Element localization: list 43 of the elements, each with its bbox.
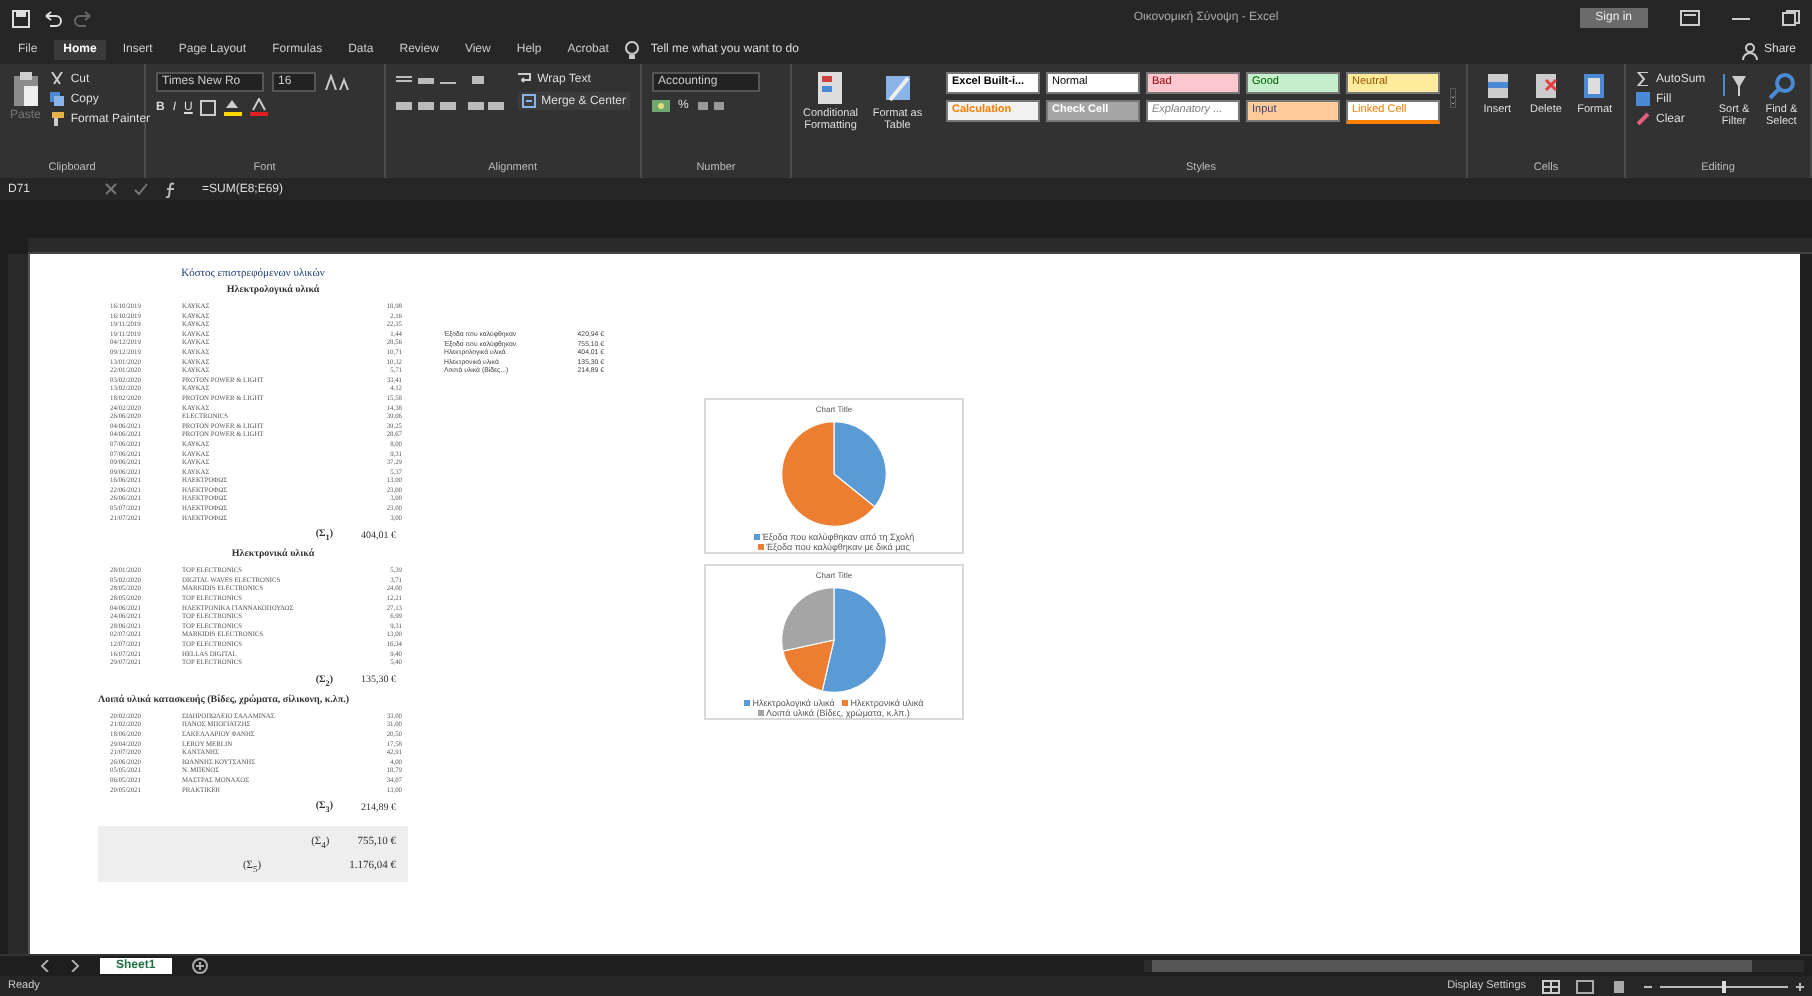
undo-icon[interactable]: [42, 9, 62, 27]
font-color-icon[interactable]: [250, 98, 269, 116]
border-icon[interactable]: [200, 99, 217, 115]
add-sheet-icon[interactable]: [191, 958, 208, 974]
lightbulb-icon: [624, 40, 641, 60]
format-cells-icon: [1582, 72, 1607, 100]
zoom-slider[interactable]: [1644, 979, 1804, 993]
normal-view-icon[interactable]: [1542, 979, 1560, 993]
sigma-icon: [1636, 72, 1650, 86]
save-icon[interactable]: [12, 9, 30, 27]
wrap-text-icon: [517, 72, 532, 86]
clipboard-icon[interactable]: [11, 72, 40, 108]
search-icon: [1767, 72, 1796, 100]
fill-icon: [1636, 92, 1650, 106]
horizontal-scrollbar[interactable]: [1144, 960, 1804, 972]
redo-icon[interactable]: [74, 9, 94, 27]
next-sheet-icon[interactable]: [70, 960, 80, 972]
conditional-formatting-icon: [816, 72, 845, 104]
currency-icon[interactable]: [651, 98, 670, 114]
fill-color-icon[interactable]: [224, 98, 243, 116]
eraser-icon: [1636, 112, 1650, 126]
alignment-icons-drawing[interactable]: [395, 72, 508, 116]
cancel-icon[interactable]: [104, 182, 118, 196]
merge-icon: [521, 94, 536, 108]
insert-cells-icon: [1485, 72, 1510, 100]
pie-chart-drawing: [778, 418, 890, 530]
page-break-icon[interactable]: [1610, 979, 1628, 993]
restore-icon[interactable]: [1782, 10, 1800, 26]
filter-icon: [1720, 72, 1749, 100]
ribbon-display-icon[interactable]: [1680, 10, 1700, 26]
page-layout-icon[interactable]: [1576, 979, 1594, 993]
delete-cells-icon: [1533, 72, 1558, 100]
copy-icon: [50, 92, 65, 106]
pie-chart-drawing: [778, 584, 890, 696]
grow-font-icon[interactable]: [324, 74, 352, 90]
table-icon: [883, 72, 912, 104]
decimal-icon[interactable]: [696, 98, 729, 114]
brush-icon: [50, 112, 65, 126]
scissors-icon: [50, 72, 65, 86]
person-icon[interactable]: [1741, 41, 1758, 59]
check-icon[interactable]: [134, 182, 148, 196]
function-icon[interactable]: [164, 181, 178, 197]
prev-sheet-icon[interactable]: [40, 960, 50, 972]
